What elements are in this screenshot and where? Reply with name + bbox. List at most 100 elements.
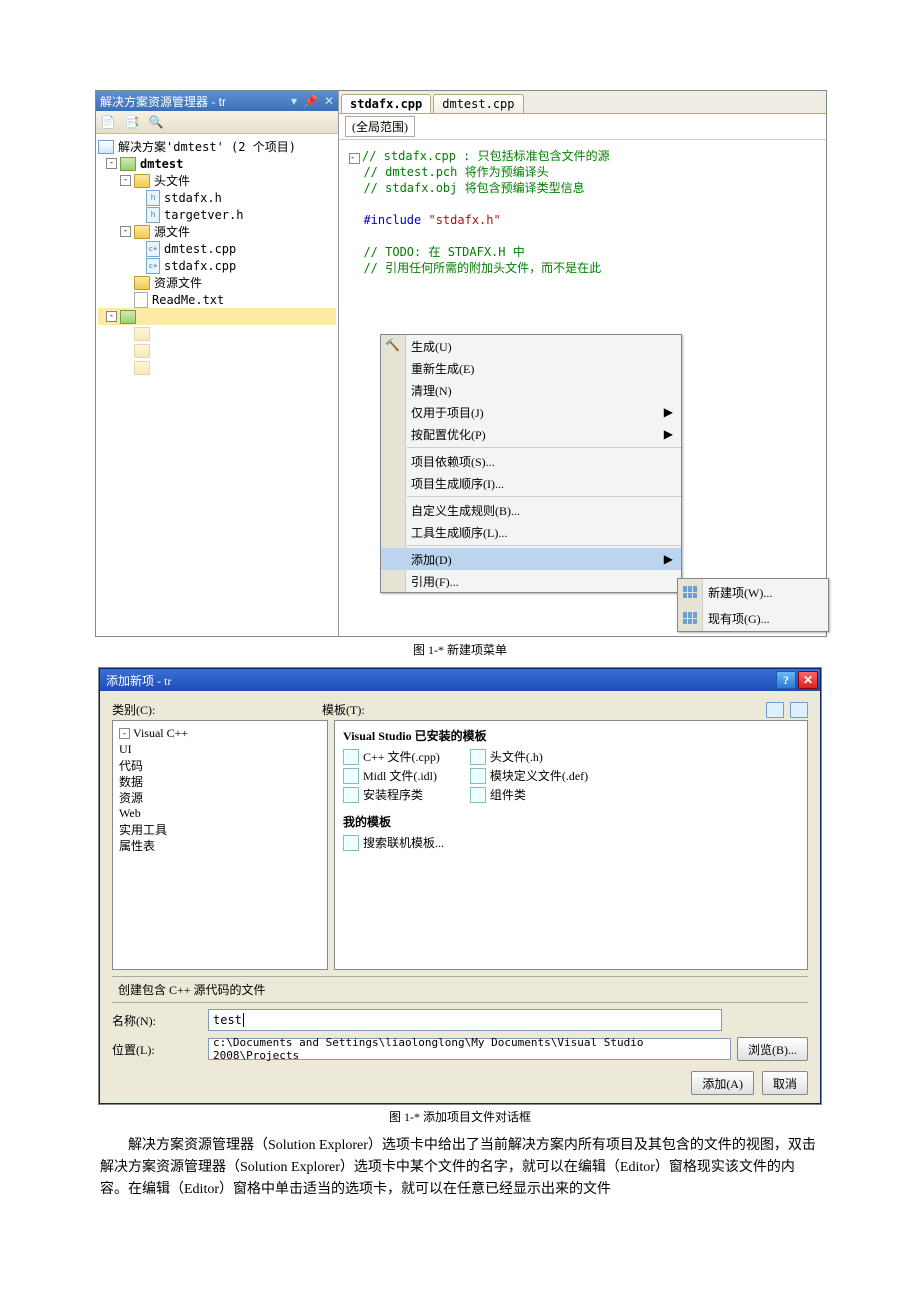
location-input[interactable]: c:\Documents and Settings\liaolonglong\M… [208, 1038, 731, 1060]
add-button[interactable]: 添加(A) [691, 1071, 754, 1095]
tmpl-def-file[interactable]: 模块定义文件(.def) [470, 767, 588, 784]
close-button[interactable]: ✕ [798, 671, 818, 689]
name-input[interactable]: test [208, 1009, 722, 1031]
view-code-icon[interactable]: 🔍 [148, 114, 164, 130]
placeholder-row [98, 325, 336, 342]
browse-button[interactable]: 浏览(B)... [737, 1037, 808, 1061]
tmpl-installer[interactable]: 安装程序类 [343, 786, 440, 803]
cat-propsheet[interactable]: 属性表 [119, 837, 321, 853]
cpp-file-icon [343, 749, 359, 765]
category-tree: -Visual C++ UI 代码 数据 资源 Web 实用工具 属性表 [112, 720, 328, 970]
tmpl-header-file[interactable]: 头文件(.h) [470, 748, 588, 765]
menu-add[interactable]: 添加(D)▶ [381, 548, 681, 570]
installed-templates-header: Visual Studio 已安装的模板 [343, 727, 799, 744]
installer-icon [343, 787, 359, 803]
name-label: 名称(N): [112, 1012, 202, 1029]
template-list: Visual Studio 已安装的模板 C++ 文件(.cpp) Midl 文… [334, 720, 808, 970]
submenu-new-item[interactable]: 新建项(W)... [678, 579, 828, 605]
solution-tree: 解决方案'dmtest' (2 个项目) -dmtest -头文件 hstdaf… [96, 134, 338, 380]
tmpl-component[interactable]: 组件类 [470, 786, 588, 803]
close-icon[interactable]: ✕ [324, 94, 334, 108]
template-label: 模板(T): [322, 701, 365, 718]
pin-icon[interactable]: 📌 [303, 94, 318, 108]
solution-explorer-pane: 解决方案资源管理器 - tr ▾ 📌 ✕ 📄 📑 🔍 解决方案'dmtest' … [96, 91, 338, 636]
tmpl-search-online[interactable]: 搜索联机模板... [343, 834, 799, 851]
file-readme[interactable]: ReadMe.txt [98, 291, 336, 308]
menu-build-order[interactable]: 项目生成顺序(I)... [381, 472, 681, 494]
file-stdafx-h[interactable]: hstdafx.h [98, 189, 336, 206]
h-file-icon [470, 749, 486, 765]
menu-separator [407, 545, 681, 546]
template-description: 创建包含 C++ 源代码的文件 [112, 976, 808, 1003]
tmpl-midl-file[interactable]: Midl 文件(.idl) [343, 767, 440, 784]
menu-build[interactable]: 🔨生成(U) [381, 335, 681, 357]
placeholder-row [98, 359, 336, 376]
project-node[interactable]: -dmtest [98, 155, 336, 172]
body-paragraph: 解决方案资源管理器（Solution Explorer）选项卡中给出了当前解决方… [100, 1135, 820, 1201]
new-item-icon [682, 584, 698, 600]
pane-titlebar: 解决方案资源管理器 - tr ▾ 📌 ✕ [96, 91, 338, 111]
location-label: 位置(L): [112, 1041, 202, 1058]
search-icon [343, 835, 359, 851]
scope-row: (全局范围) [339, 114, 826, 140]
menu-project-only[interactable]: 仅用于项目(J)▶ [381, 401, 681, 423]
cat-visual-cpp[interactable]: -Visual C++ [119, 725, 321, 741]
show-all-icon[interactable]: 📑 [124, 114, 140, 130]
pane-toolbar: 📄 📑 🔍 [96, 111, 338, 134]
cat-web[interactable]: Web [119, 805, 321, 821]
small-icons-view[interactable] [790, 702, 808, 718]
menu-separator [407, 496, 681, 497]
submenu-existing-item[interactable]: 现有项(G)... [678, 605, 828, 631]
add-submenu: 新建项(W)... 现有项(G)... [677, 578, 829, 632]
project2-node[interactable]: - [98, 308, 336, 325]
file-dmtest-cpp[interactable]: c+dmtest.cpp [98, 240, 336, 257]
build-icon: 🔨 [385, 338, 401, 354]
solution-node[interactable]: 解决方案'dmtest' (2 个项目) [98, 138, 336, 155]
cat-data[interactable]: 数据 [119, 773, 321, 789]
pane-title: 解决方案资源管理器 - tr [100, 93, 226, 110]
my-templates-header: 我的模板 [343, 813, 799, 830]
tab-dmtest-cpp[interactable]: dmtest.cpp [433, 94, 523, 113]
cat-util[interactable]: 实用工具 [119, 821, 321, 837]
folder-sources[interactable]: -源文件 [98, 223, 336, 240]
menu-rebuild[interactable]: 重新生成(E) [381, 357, 681, 379]
idl-file-icon [343, 768, 359, 784]
def-file-icon [470, 768, 486, 784]
large-icons-view[interactable] [766, 702, 784, 718]
submenu-arrow-icon: ▶ [664, 405, 673, 420]
editor-tabs: stdafx.cpp dmtest.cpp [339, 91, 826, 114]
menu-tool-order[interactable]: 工具生成顺序(L)... [381, 521, 681, 543]
file-targetver-h[interactable]: htargetver.h [98, 206, 336, 223]
dialog-title: 添加新项 - tr [106, 672, 171, 689]
placeholder-row [98, 342, 336, 359]
tab-stdafx-cpp[interactable]: stdafx.cpp [341, 94, 431, 113]
menu-dependencies[interactable]: 项目依赖项(S)... [381, 450, 681, 472]
menu-custom-build[interactable]: 自定义生成规则(B)... [381, 499, 681, 521]
dropdown-icon[interactable]: ▾ [291, 94, 297, 108]
help-button[interactable]: ? [776, 671, 796, 689]
cancel-button[interactable]: 取消 [762, 1071, 808, 1095]
menu-references[interactable]: 引用(F)... [381, 570, 681, 592]
cat-resource[interactable]: 资源 [119, 789, 321, 805]
cat-code[interactable]: 代码 [119, 757, 321, 773]
menu-clean[interactable]: 清理(N) [381, 379, 681, 401]
code-view: -// stdafx.cpp : 只包括标准包含文件的源 // dmtest.p… [339, 140, 826, 284]
folder-resource[interactable]: 资源文件 [98, 274, 336, 291]
figure1-caption: 图 1-* 新建项菜单 [0, 641, 920, 658]
menu-separator [407, 447, 681, 448]
submenu-arrow-icon: ▶ [664, 427, 673, 442]
submenu-arrow-icon: ▶ [664, 552, 673, 567]
dialog-titlebar: 添加新项 - tr ? ✕ [100, 669, 820, 691]
properties-icon[interactable]: 📄 [100, 114, 116, 130]
scope-dropdown[interactable]: (全局范围) [345, 116, 415, 137]
figure2-caption: 图 1-* 添加项目文件对话框 [0, 1108, 920, 1125]
add-new-item-dialog: 添加新项 - tr ? ✕ 类别(C): 模板(T): -Visual C++ … [99, 668, 821, 1104]
cat-ui[interactable]: UI [119, 741, 321, 757]
existing-item-icon [682, 610, 698, 626]
file-stdafx-cpp[interactable]: c+stdafx.cpp [98, 257, 336, 274]
category-label: 类别(C): [112, 701, 322, 718]
context-menu: 🔨生成(U) 重新生成(E) 清理(N) 仅用于项目(J)▶ 按配置优化(P)▶… [380, 334, 682, 593]
folder-headers[interactable]: -头文件 [98, 172, 336, 189]
menu-pgo[interactable]: 按配置优化(P)▶ [381, 423, 681, 445]
tmpl-cpp-file[interactable]: C++ 文件(.cpp) [343, 748, 440, 765]
